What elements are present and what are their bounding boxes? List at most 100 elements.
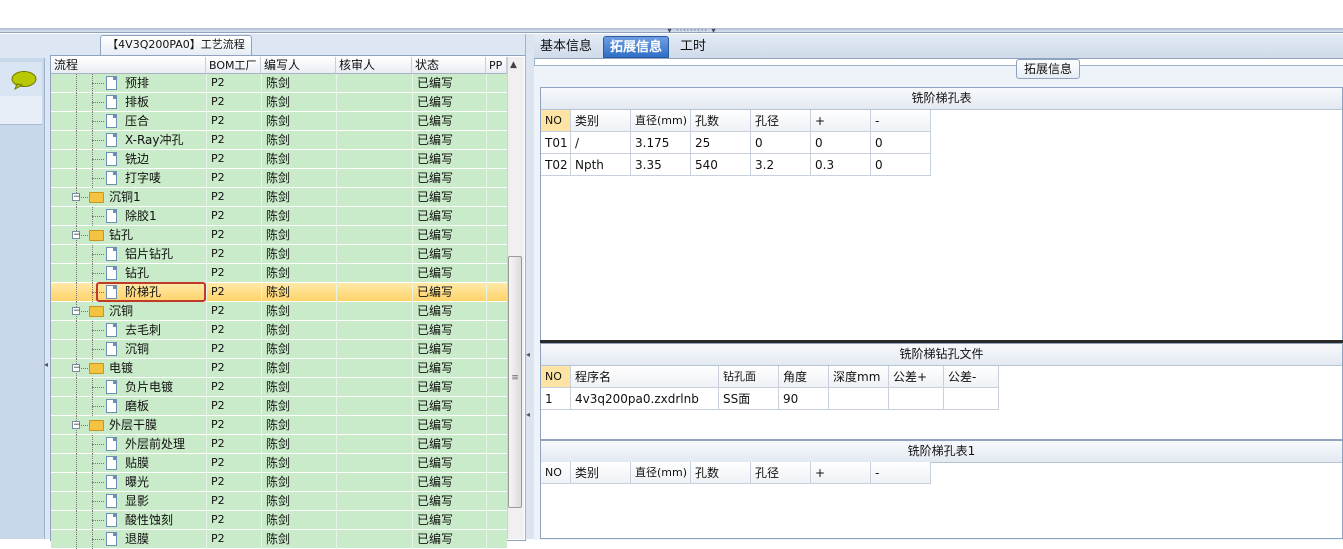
collapse-right-icon-2[interactable]: ◂ — [526, 410, 530, 419]
tree-row[interactable]: 退膜 P2 陈剑 已编写 — [51, 530, 507, 549]
step-hole-cell[interactable]: 540 — [691, 154, 751, 176]
tree-row[interactable]: 压合 P2 陈剑 已编写 — [51, 112, 507, 131]
tree-row[interactable]: − 沉铜1 P2 陈剑 已编写 — [51, 188, 507, 207]
drill-file-header-cell[interactable]: 角度 — [779, 366, 829, 388]
step-hole-cell[interactable]: Npth — [571, 154, 631, 176]
step-hole-cell[interactable]: 3.2 — [751, 154, 811, 176]
tree-row[interactable]: − 沉铜 P2 陈剑 已编写 — [51, 302, 507, 321]
collapse-node-icon[interactable]: − — [72, 421, 81, 430]
column-separator — [261, 245, 262, 264]
step-hole-cell[interactable]: 25 — [691, 132, 751, 154]
tree-row[interactable]: 打字唛 P2 陈剑 已编写 — [51, 169, 507, 188]
drill-file-header-cell[interactable]: 程序名 — [571, 366, 719, 388]
column-separator — [486, 454, 487, 473]
col-header-bom[interactable]: BOM工厂 — [206, 57, 261, 74]
step-hole-cell[interactable]: 3.175 — [631, 132, 691, 154]
tree-row[interactable]: 贴膜 P2 陈剑 已编写 — [51, 454, 507, 473]
col-header-reviewer[interactable]: 核审人 — [336, 57, 412, 74]
step-hole-cell[interactable]: / — [571, 132, 631, 154]
step-hole-cell[interactable]: 0.3 — [811, 154, 871, 176]
step-hole-header-cell[interactable]: NO — [541, 110, 571, 132]
drill-file-header-cell[interactable]: 公差- — [944, 366, 999, 388]
step-hole-cell[interactable]: 0 — [871, 132, 931, 154]
tree-row[interactable]: 铣边 P2 陈剑 已编写 — [51, 150, 507, 169]
document-icon — [106, 76, 117, 90]
tree-row[interactable]: 沉铜 P2 陈剑 已编写 — [51, 340, 507, 359]
step-hole-header-cell[interactable]: - — [871, 110, 931, 132]
step-hole1-header-cell[interactable]: NO — [541, 462, 571, 484]
drill-file-cell[interactable]: 90 — [779, 388, 829, 410]
step-hole-cell[interactable]: 3.35 — [631, 154, 691, 176]
tab-basic-info[interactable]: 基本信息 — [534, 36, 598, 58]
column-separator — [486, 245, 487, 264]
col-header-pp[interactable]: PP — [486, 57, 507, 74]
tree-line — [92, 121, 104, 123]
step-hole1-header-cell[interactable]: 直径(mm) — [631, 462, 691, 484]
step-hole-header-cell[interactable]: 孔径 — [751, 110, 811, 132]
tree-row[interactable]: X-Ray冲孔 P2 陈剑 已编写 — [51, 131, 507, 150]
tree-row[interactable]: 显影 P2 陈剑 已编写 — [51, 492, 507, 511]
process-tab[interactable]: 【4V3Q200PA0】工艺流程 — [100, 35, 252, 55]
tree-row[interactable]: 酸性蚀刻 P2 陈剑 已编写 — [51, 511, 507, 530]
collapse-node-icon[interactable]: − — [72, 307, 81, 316]
step-hole-cell[interactable]: 0 — [871, 154, 931, 176]
tree-row[interactable]: 磨板 P2 陈剑 已编写 — [51, 397, 507, 416]
step-hole1-header-cell[interactable]: 孔数 — [691, 462, 751, 484]
tree-row[interactable]: 排板 P2 陈剑 已编写 — [51, 93, 507, 112]
author-name: 陈剑 — [266, 361, 291, 375]
tree-row[interactable]: − 外层干膜 P2 陈剑 已编写 — [51, 416, 507, 435]
column-separator — [412, 169, 413, 188]
column-separator — [336, 321, 337, 340]
step-hole-header-cell[interactable]: 直径(mm) — [631, 110, 691, 132]
col-header-process[interactable]: 流程 — [51, 57, 206, 74]
step-hole-cell[interactable]: 0 — [751, 132, 811, 154]
document-icon — [106, 437, 117, 451]
drill-file-header-cell[interactable]: NO — [541, 366, 571, 388]
tree-row[interactable]: 预排 P2 陈剑 已编写 — [51, 74, 507, 93]
collapse-node-icon[interactable]: − — [72, 364, 81, 373]
collapse-node-icon[interactable]: − — [72, 193, 81, 202]
drill-file-header-cell[interactable]: 公差+ — [889, 366, 944, 388]
tree-row[interactable]: 钻孔 P2 陈剑 已编写 — [51, 264, 507, 283]
collapse-right-icon[interactable]: ◂ — [526, 350, 530, 359]
step-hole1-header-cell[interactable]: 孔径 — [751, 462, 811, 484]
column-separator — [261, 226, 262, 245]
chat-bubble-icon[interactable] — [11, 70, 37, 90]
step-hole-cell[interactable]: 0 — [811, 132, 871, 154]
drill-file-cell[interactable]: 4v3q200pa0.zxdrlnb — [571, 388, 719, 410]
drill-file-cell[interactable] — [889, 388, 944, 410]
step-hole1-header-cell[interactable]: - — [871, 462, 931, 484]
tree-row[interactable]: 负片电镀 P2 陈剑 已编写 — [51, 378, 507, 397]
drill-file-cell[interactable] — [944, 388, 999, 410]
col-header-author[interactable]: 编写人 — [261, 57, 336, 74]
tree-row[interactable]: 铝片钻孔 P2 陈剑 已编写 — [51, 245, 507, 264]
author-name: 陈剑 — [266, 190, 291, 204]
step-hole1-header-cell[interactable]: + — [811, 462, 871, 484]
tree-row[interactable]: 去毛刺 P2 陈剑 已编写 — [51, 321, 507, 340]
drill-file-cell[interactable] — [829, 388, 889, 410]
drill-file-header-cell[interactable]: 钻孔面 — [719, 366, 779, 388]
tree-line — [92, 482, 104, 484]
tree-row[interactable]: 曝光 P2 陈剑 已编写 — [51, 473, 507, 492]
step-hole-header-cell[interactable]: 类别 — [571, 110, 631, 132]
tab-work-hours[interactable]: 工时 — [674, 36, 712, 58]
scroll-up-icon[interactable]: ▲ — [510, 60, 517, 70]
col-header-status[interactable]: 状态 — [412, 57, 486, 74]
step-hole-header-cell[interactable]: + — [811, 110, 871, 132]
drill-file-cell[interactable]: SS面 — [719, 388, 779, 410]
step-hole-cell[interactable]: T02 — [541, 154, 571, 176]
step-hole-cell[interactable]: T01 — [541, 132, 571, 154]
tree-row[interactable]: − 电镀 P2 陈剑 已编写 — [51, 359, 507, 378]
process-name: 退膜 — [125, 532, 150, 546]
tree-row[interactable]: − 钻孔 P2 陈剑 已编写 — [51, 226, 507, 245]
bom-factory: P2 — [211, 266, 225, 279]
bom-factory: P2 — [211, 133, 225, 146]
tab-extended-info[interactable]: 拓展信息 — [603, 36, 670, 58]
step-hole-header-cell[interactable]: 孔数 — [691, 110, 751, 132]
drill-file-cell[interactable]: 1 — [541, 388, 571, 410]
tree-row[interactable]: 外层前处理 P2 陈剑 已编写 — [51, 435, 507, 454]
collapse-node-icon[interactable]: − — [72, 231, 81, 240]
tree-row[interactable]: 除胶1 P2 陈剑 已编写 — [51, 207, 507, 226]
step-hole1-header-cell[interactable]: 类别 — [571, 462, 631, 484]
drill-file-header-cell[interactable]: 深度mm — [829, 366, 889, 388]
